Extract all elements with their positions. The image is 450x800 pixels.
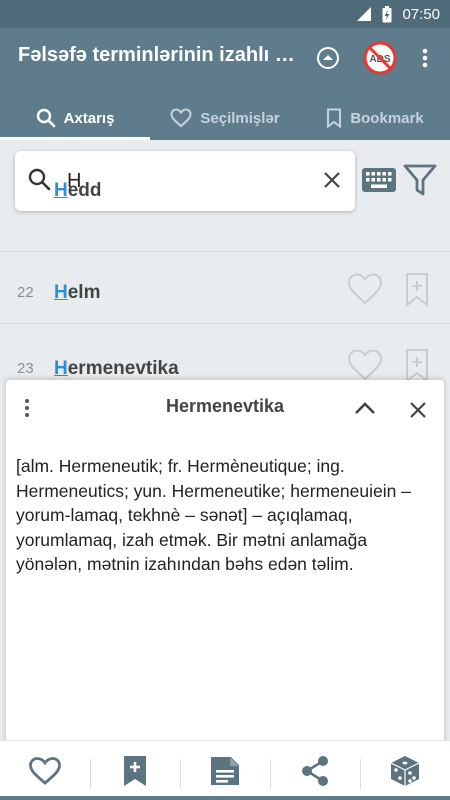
tab-bookmark[interactable]: Bookmark xyxy=(300,96,450,140)
tab-favorites[interactable]: Seçilmişlər xyxy=(150,96,300,140)
scroll-up-button[interactable] xyxy=(308,40,348,76)
app-title: Fəlsəfə terminlərinin izahlı lüğəti xyxy=(18,44,298,66)
tab-bookmark-label: Bookmark xyxy=(350,109,424,127)
status-bar: 07:50 xyxy=(0,0,450,28)
share-icon xyxy=(302,755,328,786)
word-match: H xyxy=(54,358,68,379)
add-bookmark-button[interactable] xyxy=(90,741,180,800)
random-word-button[interactable] xyxy=(360,741,450,800)
bookmark-add-icon[interactable] xyxy=(405,348,429,384)
battery-icon xyxy=(382,5,392,22)
tab-favorites-label: Seçilmişlər xyxy=(200,109,280,127)
word-rest: elm xyxy=(67,282,101,303)
share-button[interactable] xyxy=(270,741,360,800)
word-match: H xyxy=(54,282,68,303)
bookmark-outline-icon xyxy=(327,108,342,128)
bookmark-add-icon xyxy=(124,755,146,786)
word-text: Helm xyxy=(54,282,100,304)
list-item[interactable]: 22 Helm xyxy=(0,254,450,324)
bottom-strip xyxy=(0,796,450,800)
bottom-action-bar xyxy=(0,740,450,800)
popup-title: Hermenevtika xyxy=(165,396,285,416)
heart-outline-icon[interactable] xyxy=(347,272,383,306)
heart-outline-icon xyxy=(29,756,61,785)
note-button[interactable] xyxy=(180,741,270,800)
search-icon xyxy=(36,108,55,128)
more-vertical-icon xyxy=(422,48,428,68)
overflow-menu-button[interactable] xyxy=(406,40,444,76)
word-text: Hermenevtika xyxy=(54,358,179,380)
word-rest: edd xyxy=(67,180,102,201)
word-text: Hedd xyxy=(54,180,102,202)
app-bar: Fəlsəfə terminlərinin izahlı lüğəti ADS … xyxy=(0,28,450,140)
definition-popup: Hermenevtika [alm. Hermeneutik; fr. Herm… xyxy=(6,380,444,800)
list-item[interactable]: 21 Hedd xyxy=(0,180,450,252)
arrow-up-circle-icon xyxy=(317,47,339,69)
tab-search-label: Axtarış xyxy=(63,109,115,127)
document-icon xyxy=(211,756,239,785)
word-rest: ermenevtika xyxy=(67,358,179,379)
close-icon[interactable] xyxy=(408,400,428,420)
heart-outline-icon[interactable] xyxy=(347,348,383,382)
no-ads-icon: ADS xyxy=(363,41,397,75)
word-number: 23 xyxy=(17,360,34,377)
definition-text: [alm. Hermeneutik; fr. Hermèneutique; in… xyxy=(16,456,411,574)
status-time: 07:50 xyxy=(402,5,440,23)
word-number: 22 xyxy=(17,284,34,301)
chevron-up-icon[interactable] xyxy=(354,400,376,416)
dice-icon xyxy=(390,755,420,786)
heart-outline-icon xyxy=(170,108,192,128)
remove-ads-button[interactable]: ADS xyxy=(360,40,400,76)
bookmark-add-icon[interactable] xyxy=(405,272,429,308)
favorite-button[interactable] xyxy=(0,741,90,800)
signal-icon xyxy=(357,7,372,21)
tab-search[interactable]: Axtarış xyxy=(0,96,150,140)
tab-bar: Axtarış Seçilmişlər Bookmark xyxy=(0,96,450,140)
word-match: H xyxy=(54,180,68,201)
